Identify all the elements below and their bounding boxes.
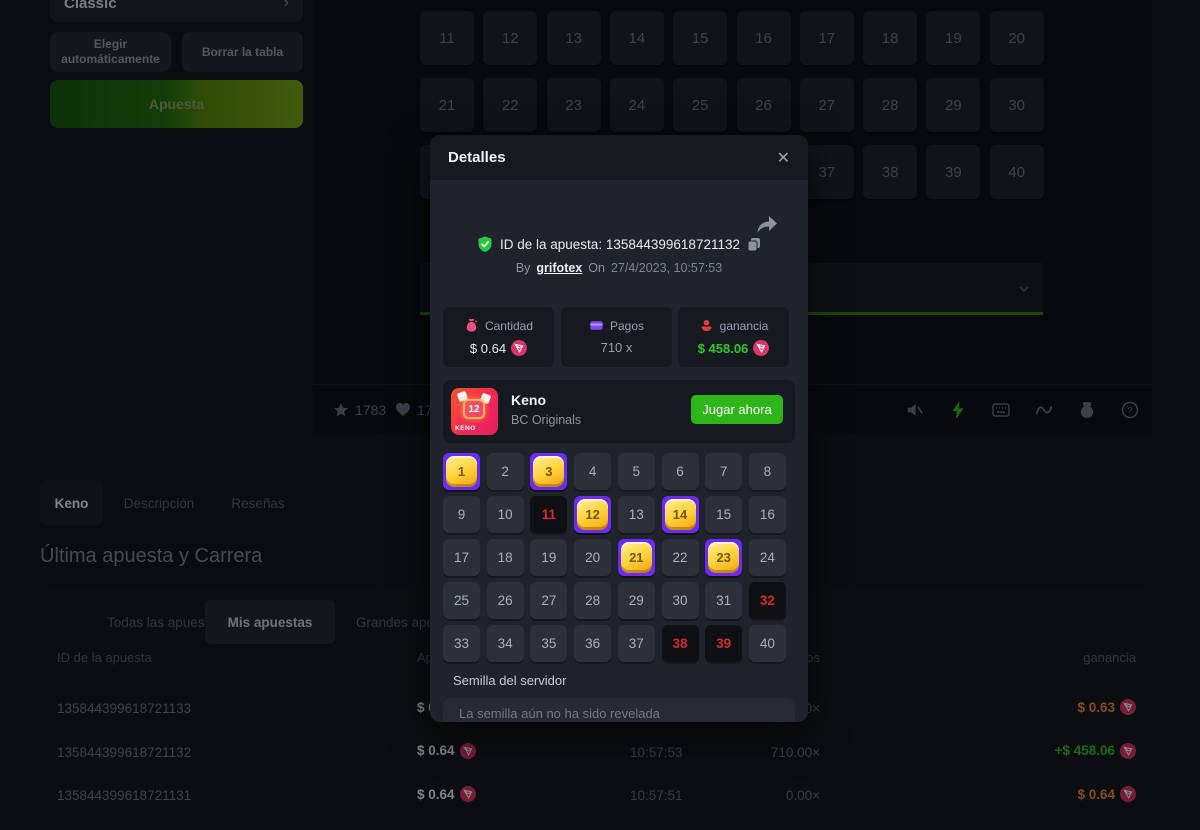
result-grid: 1234567891011121314151617181920212223242… [430, 135, 808, 722]
gold-gem-icon: 12 [577, 499, 608, 530]
result-cell-11: 11 [530, 496, 567, 533]
result-cell-40: 40 [749, 625, 786, 662]
gold-gem-icon: 1 [446, 456, 477, 487]
result-cell-34: 34 [487, 625, 524, 662]
result-cell-36: 36 [574, 625, 611, 662]
gold-gem-icon: 14 [665, 499, 696, 530]
server-seed-label: Semilla del servidor [453, 673, 566, 688]
server-seed-field[interactable]: La semilla aún no ha sido revelada [443, 698, 795, 722]
result-cell-28: 28 [574, 582, 611, 619]
result-cell-1: 1 [443, 453, 480, 490]
result-cell-26: 26 [487, 582, 524, 619]
result-cell-32: 32 [749, 582, 786, 619]
result-cell-29: 29 [618, 582, 655, 619]
result-cell-20: 20 [574, 539, 611, 576]
gold-gem-icon: 21 [621, 542, 652, 573]
result-cell-21: 21 [618, 539, 655, 576]
result-cell-3: 3 [530, 453, 567, 490]
result-cell-33: 33 [443, 625, 480, 662]
result-cell-16: 16 [749, 496, 786, 533]
details-modal: Detalles ✕ ID de la apuesta: 13584439961… [430, 135, 808, 722]
result-cell-8: 8 [749, 453, 786, 490]
result-cell-39: 39 [705, 625, 742, 662]
page: Classic › Elegir automáticamente Borrar … [0, 0, 1200, 830]
result-cell-15: 15 [705, 496, 742, 533]
result-cell-19: 19 [530, 539, 567, 576]
result-cell-23: 23 [705, 539, 742, 576]
server-seed-placeholder: La semilla aún no ha sido revelada [459, 706, 660, 721]
result-cell-5: 5 [618, 453, 655, 490]
result-cell-24: 24 [749, 539, 786, 576]
result-cell-2: 2 [487, 453, 524, 490]
gold-gem-icon: 3 [533, 456, 564, 487]
result-cell-27: 27 [530, 582, 567, 619]
result-cell-25: 25 [443, 582, 480, 619]
result-cell-30: 30 [662, 582, 699, 619]
result-cell-6: 6 [662, 453, 699, 490]
result-cell-13: 13 [618, 496, 655, 533]
result-cell-17: 17 [443, 539, 480, 576]
result-cell-18: 18 [487, 539, 524, 576]
result-cell-9: 9 [443, 496, 480, 533]
result-cell-10: 10 [487, 496, 524, 533]
result-cell-7: 7 [705, 453, 742, 490]
result-cell-22: 22 [662, 539, 699, 576]
result-cell-35: 35 [530, 625, 567, 662]
result-cell-37: 37 [618, 625, 655, 662]
result-cell-38: 38 [662, 625, 699, 662]
result-cell-4: 4 [574, 453, 611, 490]
result-cell-12: 12 [574, 496, 611, 533]
gold-gem-icon: 23 [708, 542, 739, 573]
result-cell-31: 31 [705, 582, 742, 619]
result-cell-14: 14 [662, 496, 699, 533]
